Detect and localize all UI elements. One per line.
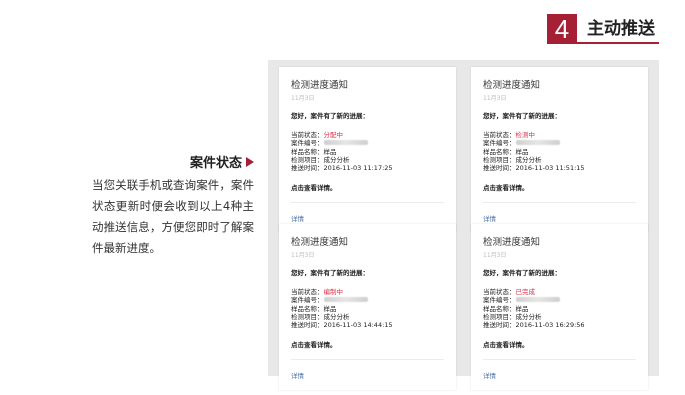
card-title: 检测进度通知 <box>291 80 349 91</box>
card-tip: 点击查看详情。 <box>291 184 337 193</box>
redacted-case-number <box>515 140 560 146</box>
card-date: 11月3日 <box>291 252 315 259</box>
card-greeting: 您好，案件有了新的进展： <box>291 269 369 277</box>
status-value: 检测中 <box>515 131 536 139</box>
card-row-sample: 样品名称： 样品 <box>483 147 529 156</box>
card-row-sample: 样品名称： 样品 <box>483 304 529 313</box>
triangle-pointer-icon <box>246 156 254 167</box>
description-heading: 案件状态 <box>92 152 254 171</box>
notification-panel: 检测进度通知 11月3日 您好，案件有了新的进展： 当前状态： 分配中 案件编号：… <box>268 60 659 391</box>
status-value: 编制中 <box>323 288 344 296</box>
card-row-time: 推送时间： 2016-11-03 11:17:25 <box>291 164 393 173</box>
card-row-item: 检测项目： 成分分析 <box>291 155 350 164</box>
card-row-time: 推送时间： 2016-11-03 14:44:15 <box>291 321 393 330</box>
card-greeting: 您好，案件有了新的进展： <box>291 112 369 120</box>
card-row-item: 检测项目： 成分分析 <box>483 155 542 164</box>
card-title: 检测进度通知 <box>483 237 541 248</box>
card-date: 11月3日 <box>483 95 507 102</box>
notification-card[interactable]: 检测进度通知 11月3日 您好，案件有了新的进展： 当前状态： 分配中 案件编号：… <box>279 67 456 234</box>
card-row-item: 检测项目： 成分分析 <box>483 312 542 321</box>
card-tip: 点击查看详情。 <box>291 341 337 350</box>
status-value: 分配中 <box>323 131 344 139</box>
card-row-time: 推送时间： 2016-11-03 16:29:56 <box>483 321 585 330</box>
card-title: 检测进度通知 <box>483 80 541 91</box>
card-tip: 点击查看详情。 <box>483 341 529 350</box>
redacted-case-number <box>323 297 368 303</box>
card-date: 11月3日 <box>483 252 507 259</box>
section-title: 主动推送 <box>577 14 659 44</box>
status-value: 已完成 <box>515 288 536 296</box>
card-title: 检测进度通知 <box>291 237 349 248</box>
redacted-case-number <box>515 297 560 303</box>
card-tip: 点击查看详情。 <box>483 184 529 193</box>
card-greeting: 您好，案件有了新的进展： <box>483 112 561 120</box>
description-text: 当您关联手机或查询案件，案件状态更新时便会收到以上4种主动推送信息，方便您即时了… <box>92 178 254 255</box>
details-link[interactable]: 详情 <box>279 360 456 390</box>
description-title: 案件状态 <box>189 156 242 171</box>
notification-card[interactable]: 检测进度通知 11月3日 您好，案件有了新的进展： 当前状态： 编制中 案件编号：… <box>279 224 456 391</box>
description-block: 案件状态 当您关联手机或查询案件，案件状态更新时便会收到以上4种主动推送信息，方… <box>92 152 254 259</box>
card-row-case: 案件编号： <box>483 296 636 304</box>
section-header: 4 主动推送 <box>547 14 659 44</box>
card-row-time: 推送时间： 2016-11-03 11:51:15 <box>483 164 585 173</box>
card-row-sample: 样品名称： 样品 <box>291 304 337 313</box>
card-greeting: 您好，案件有了新的进展： <box>483 269 561 277</box>
card-row-case: 案件编号： <box>291 296 444 304</box>
card-row-item: 检测项目： 成分分析 <box>291 312 350 321</box>
card-row-sample: 样品名称： 样品 <box>291 147 337 156</box>
details-link[interactable]: 详情 <box>471 360 648 390</box>
notification-card[interactable]: 检测进度通知 11月3日 您好，案件有了新的进展： 当前状态： 检测中 案件编号：… <box>471 67 648 234</box>
notification-card[interactable]: 检测进度通知 11月3日 您好，案件有了新的进展： 当前状态： 已完成 案件编号：… <box>471 224 648 391</box>
card-date: 11月3日 <box>291 95 315 102</box>
card-row-case: 案件编号： <box>291 139 444 147</box>
card-row-case: 案件编号： <box>483 139 636 147</box>
redacted-case-number <box>323 140 368 146</box>
step-number-badge: 4 <box>547 14 577 44</box>
